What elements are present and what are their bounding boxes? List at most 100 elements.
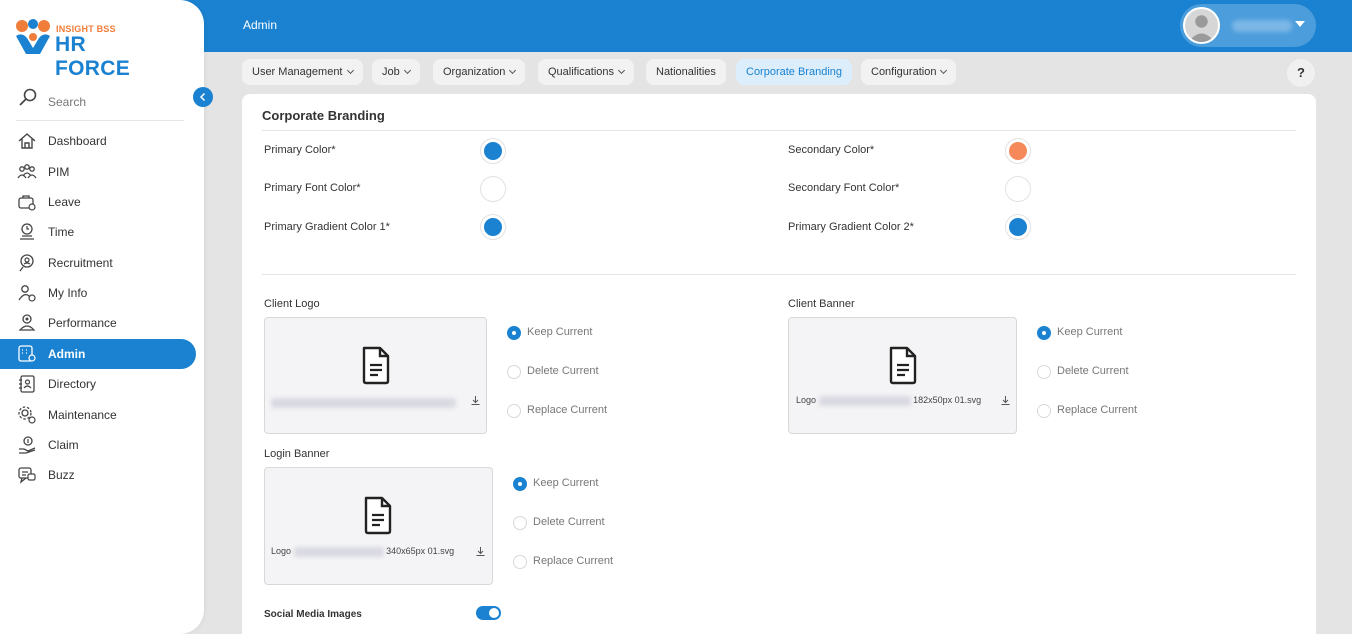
primary-gradient-1-label: Primary Gradient Color 1*	[264, 221, 390, 233]
tab-qualifications[interactable]: Qualifications	[538, 59, 635, 85]
client-logo-filename	[271, 397, 456, 408]
sidebar-item-admin[interactable]: Admin	[0, 339, 196, 369]
breadcrumb: Admin	[243, 18, 278, 32]
sidebar-item-dashboard[interactable]: Dashboard	[0, 126, 196, 156]
tab-label: Qualifications	[548, 66, 615, 78]
tab-label: Corporate Branding	[746, 66, 843, 78]
chevron-down-icon	[403, 66, 411, 75]
login-banner-filename: Logo 340x65px 01.svg	[271, 546, 454, 557]
sidebar-item-maintenance[interactable]: Maintenance	[0, 400, 196, 430]
sidebar-item-time[interactable]: Time	[0, 217, 196, 247]
secondary-color-dot	[1009, 142, 1027, 160]
help-button[interactable]: ?	[1287, 59, 1315, 87]
caret-down-icon	[1295, 21, 1305, 27]
client-banner-label: Client Banner	[788, 298, 855, 310]
primary-font-color-swatch[interactable]	[480, 176, 506, 202]
chevron-left-icon	[199, 92, 206, 102]
tab-configuration[interactable]: Configuration	[861, 59, 957, 85]
sidebar-item-my-info[interactable]: My Info	[0, 278, 196, 308]
tab-nationalities[interactable]: Nationalities	[646, 59, 726, 85]
radio-label: Replace Current	[533, 555, 614, 567]
login-banner-preview[interactable]: Logo 340x65px 01.svg	[264, 467, 493, 585]
sidebar-item-label: Performance	[48, 316, 117, 330]
radio-ring	[1037, 365, 1051, 379]
sidebar-item-label: Directory	[48, 377, 97, 391]
maintenance-icon	[18, 406, 36, 424]
radio-ring	[1037, 326, 1051, 340]
directory-icon	[19, 375, 35, 393]
sidebar-search[interactable]: Search	[16, 88, 184, 121]
people-icon	[17, 164, 37, 179]
sidebar-item-label: Time	[48, 225, 75, 239]
secondary-color-swatch[interactable]	[1005, 138, 1031, 164]
corporate-branding-card: Corporate Branding Primary Color* Second…	[242, 94, 1316, 634]
radio-ring	[507, 365, 521, 379]
tab-corporate-branding[interactable]: Corporate Branding	[736, 59, 853, 85]
radio-ring	[513, 477, 527, 491]
search-icon	[19, 88, 37, 106]
blurred-filename	[271, 397, 456, 408]
download-icon[interactable]	[475, 546, 486, 557]
client-logo-preview[interactable]	[264, 317, 487, 434]
download-icon[interactable]	[470, 395, 481, 406]
client-banner-file-prefix: Logo	[796, 395, 817, 405]
client-logo-label: Client Logo	[264, 298, 320, 310]
user-menu[interactable]	[1180, 4, 1316, 47]
radio-ring	[507, 326, 521, 340]
divider	[262, 130, 1296, 131]
radio-ring	[513, 555, 527, 569]
sidebar-item-performance[interactable]: Performance	[0, 308, 196, 338]
primary-color-swatch[interactable]	[480, 138, 506, 164]
social-media-images-toggle[interactable]	[476, 606, 501, 620]
sidebar-collapse-button[interactable]	[193, 87, 213, 107]
tab-label: Job	[382, 66, 400, 78]
tab-job[interactable]: Job	[372, 59, 420, 85]
brand-logo: INSIGHT BSS HR FORCE	[14, 18, 164, 80]
chevron-down-icon	[618, 66, 626, 75]
brand-mark-icon	[16, 19, 50, 54]
primary-gradient-2-dot	[1009, 218, 1027, 236]
social-media-images-label: Social Media Images	[264, 609, 362, 620]
tab-label: Configuration	[871, 66, 937, 78]
sidebar-item-claim[interactable]: Claim	[0, 430, 196, 460]
primary-font-color-dot	[484, 180, 502, 198]
tab-label: Nationalities	[656, 66, 716, 78]
primary-color-dot	[484, 142, 502, 160]
time-icon	[20, 223, 34, 240]
divider	[262, 274, 1296, 275]
user-name-blurred	[1232, 20, 1292, 32]
sidebar-item-label: Maintenance	[48, 408, 117, 422]
sidebar-item-pim[interactable]: PIM	[0, 157, 196, 187]
sidebar-item-directory[interactable]: Directory	[0, 369, 196, 399]
sidebar-item-recruitment[interactable]: Recruitment	[0, 248, 196, 278]
primary-gradient-2-label: Primary Gradient Color 2*	[788, 221, 914, 233]
primary-font-color-label: Primary Font Color*	[264, 182, 361, 194]
leave-icon	[18, 195, 36, 211]
primary-gradient-1-swatch[interactable]	[480, 214, 506, 240]
sidebar-item-leave[interactable]: Leave	[0, 187, 196, 217]
primary-gradient-1-dot	[484, 218, 502, 236]
sidebar-item-label: Claim	[48, 438, 79, 452]
admin-icon	[18, 345, 36, 362]
sidebar-item-label: Leave	[48, 195, 81, 209]
download-icon[interactable]	[1000, 395, 1011, 406]
client-banner-filename: Logo 182x50px 01.svg	[796, 395, 981, 406]
tab-user-management[interactable]: User Management	[242, 59, 363, 85]
radio-label: Keep Current	[527, 326, 593, 338]
document-icon	[889, 346, 917, 385]
secondary-color-label: Secondary Color*	[788, 144, 875, 156]
search-placeholder: Search	[48, 95, 87, 109]
sidebar-item-label: PIM	[48, 165, 70, 179]
client-banner-preview[interactable]: Logo 182x50px 01.svg	[788, 317, 1017, 434]
document-icon	[364, 496, 392, 535]
tab-organization[interactable]: Organization	[433, 59, 526, 85]
sidebar-item-buzz[interactable]: Buzz	[0, 460, 196, 490]
my-info-icon	[18, 285, 36, 302]
radio-ring	[507, 404, 521, 418]
secondary-font-color-swatch[interactable]	[1005, 176, 1031, 202]
sidebar-item-label: My Info	[48, 286, 88, 300]
primary-gradient-2-swatch[interactable]	[1005, 214, 1031, 240]
sidebar-item-label: Recruitment	[48, 256, 113, 270]
brand-name: HR FORCE	[55, 33, 130, 80]
chevron-down-icon	[346, 66, 354, 75]
